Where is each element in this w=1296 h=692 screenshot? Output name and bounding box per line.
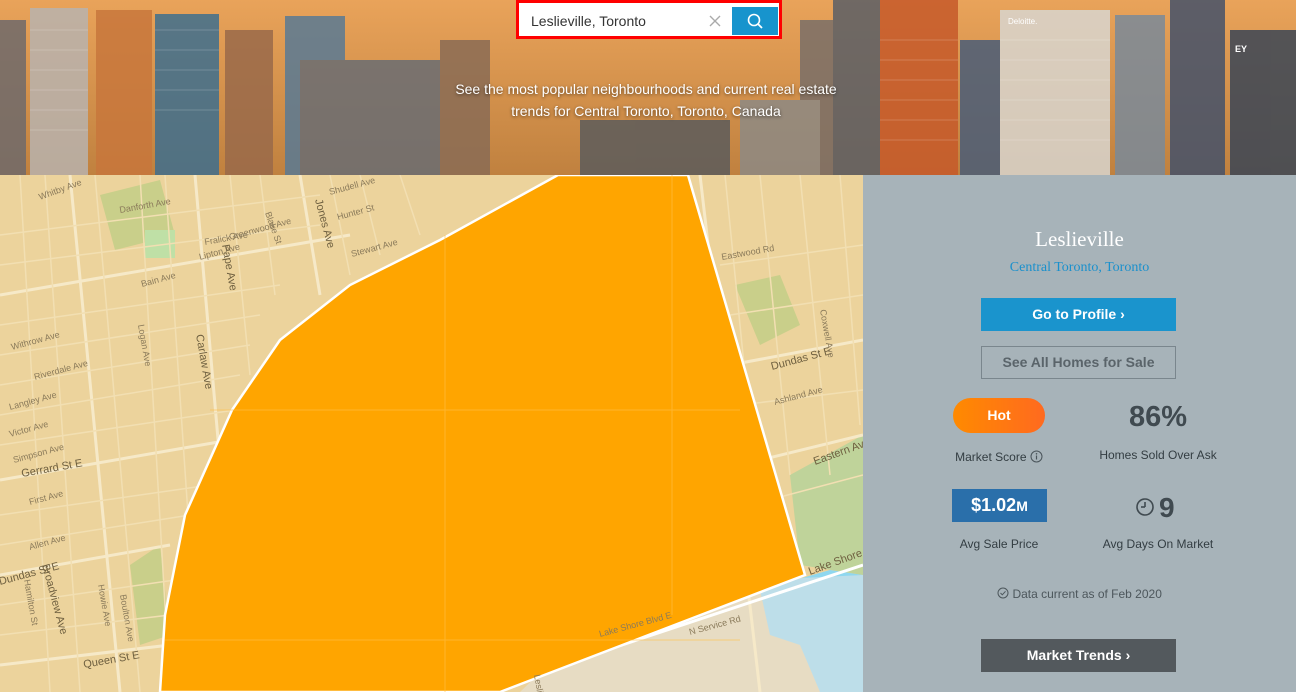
deloitte-sign: Deloitte. (1008, 17, 1037, 26)
clock-icon (1136, 498, 1154, 516)
search-button[interactable] (732, 7, 778, 35)
avg-days-on-market-label: Avg Days On Market (1102, 537, 1214, 551)
neighbourhood-map[interactable]: Whitby Ave Danforth Ave Fralick Ave Blak… (0, 175, 863, 692)
homes-sold-over-ask-value: 86% (1128, 401, 1188, 433)
search-input[interactable] (523, 8, 729, 34)
ey-sign: EY (1235, 44, 1247, 54)
hero-tagline: See the most popular neighbourhoods and … (455, 81, 837, 119)
check-circle-icon (997, 587, 1009, 599)
street-label: Victor Ave (8, 419, 49, 439)
market-score-label-row: Market Score (943, 450, 1055, 464)
chevron-right-icon: › (1125, 647, 1131, 663)
street-label: Dundas St E (770, 345, 833, 373)
neighbourhood-panel: Leslieville Central Toronto, Toronto Go … (863, 175, 1296, 692)
street-label: Allen Ave (28, 533, 67, 552)
data-current-note: Data current as of Feb 2020 (863, 587, 1296, 601)
street-label: First Ave (28, 488, 64, 507)
street-label: Whitby Ave (37, 177, 83, 202)
avg-sale-price-main: $1.02 (971, 495, 1017, 515)
street-label: Hamilton St (22, 579, 40, 627)
market-score-label: Market Score (955, 450, 1027, 464)
neighbourhood-location-link[interactable]: Central Toronto, Toronto (863, 260, 1296, 276)
street-label: Riverdale Ave (33, 358, 89, 382)
street-label: Logan Ave (136, 324, 153, 367)
search-icon (747, 13, 763, 29)
market-score-badge: Hot (953, 398, 1045, 433)
avg-sale-price-label: Avg Sale Price (959, 537, 1039, 551)
market-trends-button[interactable]: Market Trends › (981, 639, 1176, 672)
street-label: Withrow Ave (10, 329, 61, 352)
avg-days-on-market-value: 9 (1159, 492, 1175, 523)
avg-sale-price-value: $1.02M (952, 489, 1047, 522)
street-label: Stewart Ave (350, 237, 399, 259)
street-label: Hunter St (336, 202, 376, 222)
homes-sold-over-ask-label: Homes Sold Over Ask (1099, 448, 1217, 462)
data-current-text: Data current as of Feb 2020 (1012, 587, 1162, 601)
go-to-profile-button[interactable]: Go to Profile › (981, 298, 1176, 331)
market-trends-label: Market Trends (1026, 647, 1122, 663)
neighbourhood-name: Leslieville (1035, 227, 1124, 251)
clear-search-icon[interactable] (705, 11, 725, 31)
info-icon[interactable] (1030, 450, 1043, 463)
street-label: Shudell Ave (328, 175, 376, 197)
go-to-profile-label: Go to Profile (1032, 306, 1117, 322)
chevron-right-icon: › (1120, 306, 1125, 322)
see-all-homes-button[interactable]: See All Homes for Sale (981, 346, 1176, 379)
search-bar (516, 0, 782, 39)
avg-sale-price-unit: M (1016, 498, 1028, 514)
